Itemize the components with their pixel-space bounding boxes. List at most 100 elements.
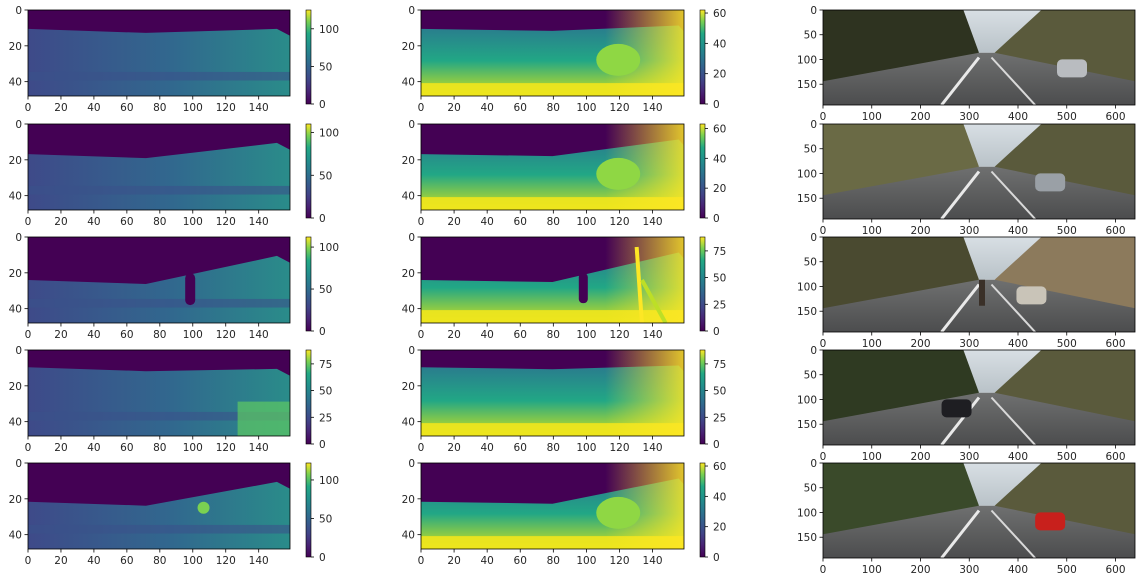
x-tick-label: 40 (480, 102, 493, 114)
y-tick-label: 0 (15, 232, 22, 244)
panel-r1-c1: 0 20 40 60 80 100 120 140 0 20 40 0 50 100 (9, 5, 339, 114)
y-tick-label: 20 (402, 494, 415, 506)
colorbar-tick-label: 50 (319, 61, 332, 73)
figure: 0 20 40 60 80 100 120 140020400501000 20 40 60 80 10… (9, 5, 1136, 576)
y-tick-label: 50 (804, 483, 817, 495)
y-tick-label: 0 (810, 5, 817, 17)
colorbar-tick-label: 0 (713, 326, 720, 338)
right-side-gradient (421, 124, 684, 210)
x-tick-label: 100 (862, 451, 882, 463)
error-band (28, 71, 290, 81)
panel-r4-c3: 0 100 200 300 400 500 600 0 50 100 150 (797, 345, 1136, 463)
x-tick-label: 400 (1008, 225, 1028, 237)
y-tick-label: 50 (804, 257, 817, 269)
x-tick-label: 0 (418, 216, 425, 228)
x-tick-label: 120 (609, 442, 629, 454)
x-tick-label: 300 (959, 111, 979, 123)
x-tick-label: 60 (120, 442, 133, 454)
y-tick-label: 20 (402, 41, 415, 53)
x-tick-label: 500 (1057, 451, 1077, 463)
high-error-patch (237, 401, 290, 436)
y-tick-label: 0 (408, 232, 415, 244)
panel-r1-c3: 0 100 200 300 400 500 600 0 50 100 150 (797, 5, 1136, 123)
heatmap-image (421, 237, 684, 323)
heatmap-image (421, 463, 684, 549)
x-tick-label: 0 (418, 555, 425, 567)
colorbar-tick-label: 75 (713, 246, 726, 258)
y-tick-label: 20 (402, 155, 415, 167)
x-tick-label: 140 (643, 329, 663, 341)
y-tick-label: 0 (15, 458, 22, 470)
right-side-gradient (421, 463, 684, 549)
x-tick-label: 0 (25, 329, 32, 341)
y-tick-label: 40 (9, 530, 22, 542)
panel-r3-c1: 0 20 40 60 80 100 120 140 0 20 40 0 50 100 (9, 232, 339, 341)
colorbar-tick-label: 100 (319, 475, 339, 487)
x-tick-label: 80 (153, 555, 166, 567)
colorbar-tick-label: 0 (713, 552, 720, 564)
x-tick-label: 100 (576, 329, 596, 341)
x-tick-label: 140 (643, 216, 663, 228)
x-tick-label: 20 (447, 442, 460, 454)
y-tick-label: 40 (9, 77, 22, 89)
colorbar-tick-label: 20 (713, 69, 726, 81)
camera-image (823, 10, 1135, 105)
colorbar-tick-label: 0 (319, 99, 326, 111)
panel-r4-c1: 0 20 40 60 80 100 120 140 0 20 40 0 25 50 75 (9, 345, 333, 454)
panel-r2-c3: 0 100 200 300 400 500 600 0 50 100 150 (797, 119, 1136, 237)
x-tick-label: 120 (216, 216, 236, 228)
y-tick-label: 20 (402, 268, 415, 280)
y-tick-label: 20 (9, 268, 22, 280)
colorbar (699, 123, 706, 219)
occlusion-blob (185, 273, 196, 306)
y-tick-label: 40 (402, 191, 415, 203)
x-tick-label: 40 (87, 442, 100, 454)
y-tick-label: 50 (804, 370, 817, 382)
y-tick-label: 20 (9, 494, 22, 506)
x-tick-label: 40 (87, 216, 100, 228)
x-tick-label: 60 (120, 329, 133, 341)
x-tick-label: 100 (576, 216, 596, 228)
y-tick-label: 150 (797, 193, 817, 205)
colorbar-tick-label: 40 (713, 153, 726, 165)
x-tick-label: 100 (576, 102, 596, 114)
x-tick-label: 0 (418, 329, 425, 341)
colorbar-tick-label: 60 (713, 461, 726, 473)
car-blob (596, 43, 641, 76)
y-tick-label: 0 (810, 345, 817, 357)
y-tick-label: 40 (402, 304, 415, 316)
x-tick-label: 100 (183, 329, 203, 341)
x-tick-label: 400 (1008, 111, 1028, 123)
panel-r1-c2: 0 20 40 60 80 100 120 140 0 20 40 0 20 40 60 (402, 5, 727, 114)
x-tick-label: 600 (1105, 564, 1125, 576)
colorbar-tick-label: 100 (319, 242, 339, 254)
x-tick-label: 300 (959, 451, 979, 463)
x-tick-label: 80 (547, 329, 560, 341)
x-tick-label: 60 (514, 329, 527, 341)
x-tick-label: 0 (25, 442, 32, 454)
colorbar-tick-label: 100 (319, 24, 339, 36)
panel-r4-c2: 0 20 40 60 80 100 120 140 0 20 40 0 25 50 75 (402, 345, 727, 454)
y-tick-label: 0 (408, 119, 415, 131)
car (1035, 512, 1066, 531)
x-tick-label: 140 (249, 442, 269, 454)
cyclist (979, 279, 985, 306)
colorbar-tick-label: 0 (319, 213, 326, 225)
heatmap-image (421, 350, 684, 436)
colorbar-tick-label: 20 (713, 183, 726, 195)
camera-image (823, 350, 1135, 445)
colorbar (699, 9, 706, 105)
colorbar-tick-label: 0 (713, 439, 720, 451)
x-tick-label: 60 (120, 102, 133, 114)
colorbar-tick-label: 25 (713, 412, 726, 424)
x-tick-label: 120 (216, 442, 236, 454)
x-tick-label: 40 (87, 329, 100, 341)
x-tick-label: 300 (959, 564, 979, 576)
colorbar-tick-label: 0 (319, 552, 326, 564)
x-tick-label: 120 (609, 555, 629, 567)
colorbar-tick-label: 60 (713, 123, 726, 135)
y-tick-label: 100 (797, 168, 817, 180)
x-tick-label: 600 (1105, 338, 1125, 350)
x-tick-label: 120 (216, 329, 236, 341)
heatmap-image (28, 350, 290, 436)
